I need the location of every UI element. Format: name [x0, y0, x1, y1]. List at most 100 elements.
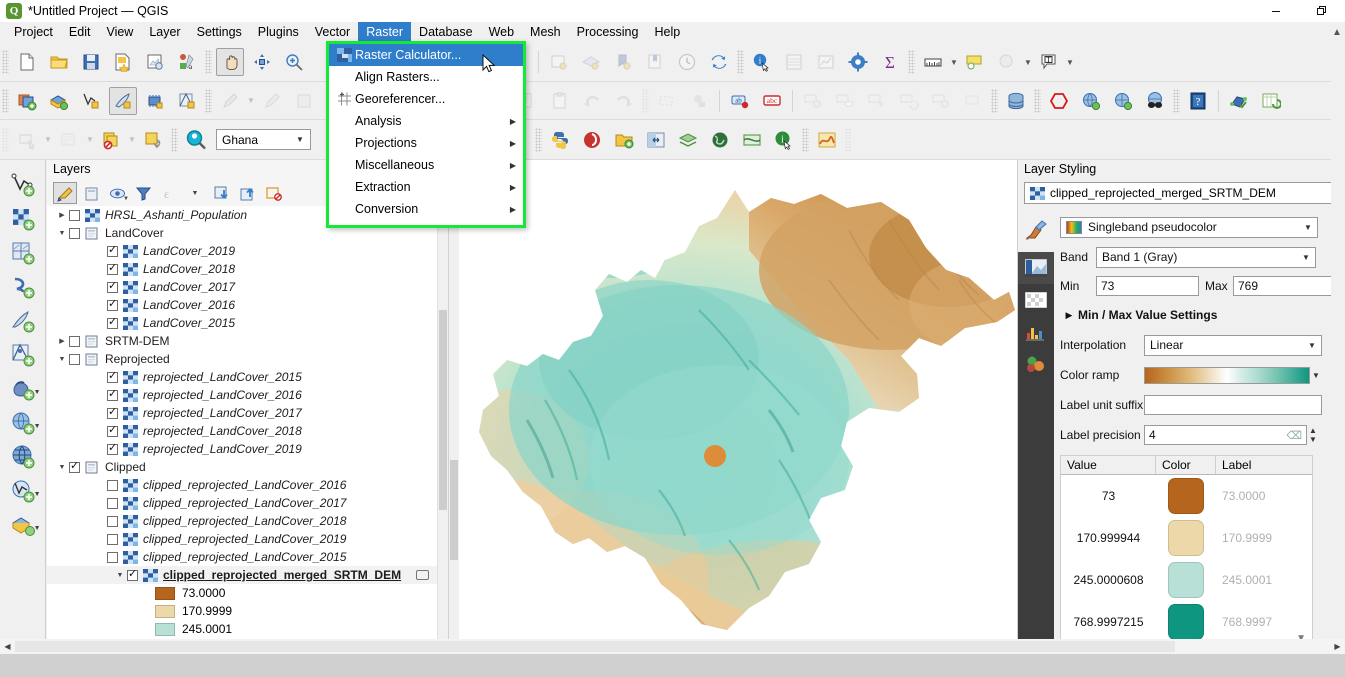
- menu-item-extraction[interactable]: Extraction ▶: [329, 176, 523, 198]
- layers-scrollbar[interactable]: [437, 160, 447, 654]
- band-select[interactable]: Band 1 (Gray) ▼: [1096, 246, 1316, 268]
- class-value[interactable]: 768.9997215: [1061, 615, 1156, 629]
- scroll-up-arrow[interactable]: ▲: [1329, 22, 1345, 43]
- add-oracle-layer-button[interactable]: ▼: [6, 372, 41, 406]
- map-canvas[interactable]: [448, 160, 1018, 654]
- class-label[interactable]: 768.9997: [1216, 615, 1312, 629]
- menu-item-align-rasters[interactable]: Align Rasters...: [329, 66, 523, 88]
- color-ramp-preview[interactable]: [1144, 366, 1310, 384]
- layer-visibility-checkbox[interactable]: [107, 243, 118, 257]
- plugins-grip[interactable]: [535, 127, 542, 152]
- add-raster-layer-button[interactable]: [6, 202, 40, 236]
- toolbar-grip-2[interactable]: [205, 50, 212, 74]
- table-row[interactable]: LandCover_2015: [47, 314, 447, 332]
- table-row[interactable]: 170.999944 170.9999: [1061, 517, 1312, 559]
- canvas-left-scrollbar[interactable]: [449, 160, 459, 654]
- highlight-pinned-labels-button[interactable]: abc: [758, 87, 786, 115]
- plugin-manager-button[interactable]: [578, 126, 606, 154]
- table-row[interactable]: reprojected_LandCover_2017: [47, 404, 447, 422]
- digitizing-grip-3[interactable]: [642, 88, 649, 113]
- color-swatch[interactable]: [1168, 562, 1204, 598]
- paste-features-button[interactable]: [546, 87, 574, 115]
- plugins-grip-2[interactable]: [802, 127, 809, 152]
- chevron-down-icon[interactable]: ▼: [34, 491, 41, 498]
- add-vector-tile-layer-button[interactable]: ▼: [6, 508, 41, 542]
- layer-visibility-checkbox[interactable]: [107, 533, 118, 545]
- add-mssql-layer-button[interactable]: [6, 338, 40, 372]
- layer-visibility-checkbox[interactable]: [69, 335, 80, 347]
- menu-settings[interactable]: Settings: [189, 22, 250, 43]
- locator-filter-combo[interactable]: Ghana ▼: [216, 129, 311, 150]
- menu-item-raster-calculator[interactable]: Raster Calculator...: [329, 44, 523, 66]
- add-wfs-layer-button[interactable]: [1109, 87, 1137, 115]
- chevron-down-icon[interactable]: ▼: [1305, 341, 1319, 350]
- layer-visibility-checkbox[interactable]: [107, 387, 118, 401]
- layer-visibility-checkbox[interactable]: [107, 297, 118, 311]
- selection-toolbar-grip[interactable]: [2, 127, 9, 152]
- plugin-profile-tool-button[interactable]: [813, 126, 841, 154]
- menu-item-projections[interactable]: Projections ▶: [329, 132, 523, 154]
- help-toolbar-grip[interactable]: [1173, 88, 1180, 113]
- deselect-all-button[interactable]: [97, 126, 125, 154]
- chevron-down-icon[interactable]: ▼: [292, 135, 308, 144]
- add-wms-wmts-layer-button[interactable]: ▼: [6, 406, 41, 440]
- select-features-button[interactable]: [653, 87, 681, 115]
- statistical-summary-button[interactable]: [812, 48, 840, 76]
- class-label[interactable]: 245.0001: [1216, 573, 1312, 587]
- layer-visibility-checkbox[interactable]: [107, 551, 118, 563]
- layer-styling-layer-combo[interactable]: clipped_reprojected_merged_SRTM_DEM: [1024, 182, 1339, 204]
- add-wms-layer-button[interactable]: [1077, 87, 1105, 115]
- add-postgis-layer-button[interactable]: [6, 304, 40, 338]
- database-manager-button[interactable]: [1002, 87, 1030, 115]
- plugin-globe-button[interactable]: [706, 126, 734, 154]
- table-row[interactable]: reprojected_LandCover_2015: [47, 368, 447, 386]
- new-memory-layer-button[interactable]: [141, 87, 169, 115]
- layer-visibility-checkbox[interactable]: [107, 279, 118, 293]
- layer-visibility-checkbox[interactable]: [107, 497, 118, 509]
- raster-menu-dropdown[interactable]: Raster Calculator... Align Rasters... Ge…: [326, 41, 526, 228]
- expander-icon[interactable]: ▼: [113, 572, 127, 579]
- layer-visibility-checkbox[interactable]: [107, 515, 118, 527]
- class-color-cell[interactable]: [1156, 478, 1216, 514]
- restore-button[interactable]: [1299, 0, 1345, 22]
- toolbar-grip-3[interactable]: [737, 50, 744, 74]
- class-value[interactable]: 170.999944: [1061, 531, 1156, 545]
- layer-visibility-checkbox[interactable]: [107, 369, 118, 383]
- text-annotation-button[interactable]: T: [1035, 48, 1063, 76]
- measure-line-button[interactable]: [919, 48, 947, 76]
- select-value-button[interactable]: [139, 126, 167, 154]
- menu-database[interactable]: Database: [411, 22, 481, 43]
- layer-visibility-checkbox[interactable]: [107, 315, 118, 329]
- column-header-label[interactable]: Label: [1216, 456, 1312, 474]
- layer-visibility-checkbox[interactable]: [127, 567, 138, 581]
- table-row[interactable]: LandCover_2019: [47, 242, 447, 260]
- plugin-info-button[interactable]: i: [770, 126, 798, 154]
- class-color-cell[interactable]: [1156, 520, 1216, 556]
- edit-layer-icon[interactable]: [416, 570, 429, 580]
- sum-sigma-button[interactable]: Σ: [876, 48, 904, 76]
- undo-button[interactable]: [578, 87, 606, 115]
- python-console-button[interactable]: [546, 126, 574, 154]
- column-header-value[interactable]: Value: [1061, 456, 1156, 474]
- show-hidden-labels-button[interactable]: [831, 87, 859, 115]
- chevron-down-icon[interactable]: ▼: [34, 525, 41, 532]
- menu-mesh[interactable]: Mesh: [522, 22, 569, 43]
- interpolation-select[interactable]: Linear ▼: [1144, 334, 1322, 356]
- table-row[interactable]: reprojected_LandCover_2019: [47, 440, 447, 458]
- layer-visibility-checkbox[interactable]: [107, 423, 118, 437]
- spinner-icon[interactable]: ▲ ▼: [1307, 426, 1319, 444]
- expander-icon[interactable]: ▼: [55, 464, 69, 471]
- layers-scrollbar-thumb[interactable]: [439, 310, 447, 510]
- menu-web[interactable]: Web: [481, 22, 522, 43]
- class-color-cell[interactable]: [1156, 562, 1216, 598]
- deselect-features-button[interactable]: [685, 87, 713, 115]
- table-row[interactable]: ▶ SRTM-DEM: [47, 332, 447, 350]
- plugins-grip-3[interactable]: [845, 127, 852, 152]
- temporal-controller-button[interactable]: [673, 48, 701, 76]
- class-label[interactable]: 73.0000: [1216, 489, 1312, 503]
- new-geopackage-layer-button[interactable]: [109, 86, 137, 115]
- open-layer-styling-panel-button[interactable]: [53, 182, 77, 204]
- filter-legend-button[interactable]: [131, 182, 155, 204]
- digitizing-grip[interactable]: [2, 88, 9, 113]
- qgis-plugin-a-button[interactable]: [1225, 87, 1253, 115]
